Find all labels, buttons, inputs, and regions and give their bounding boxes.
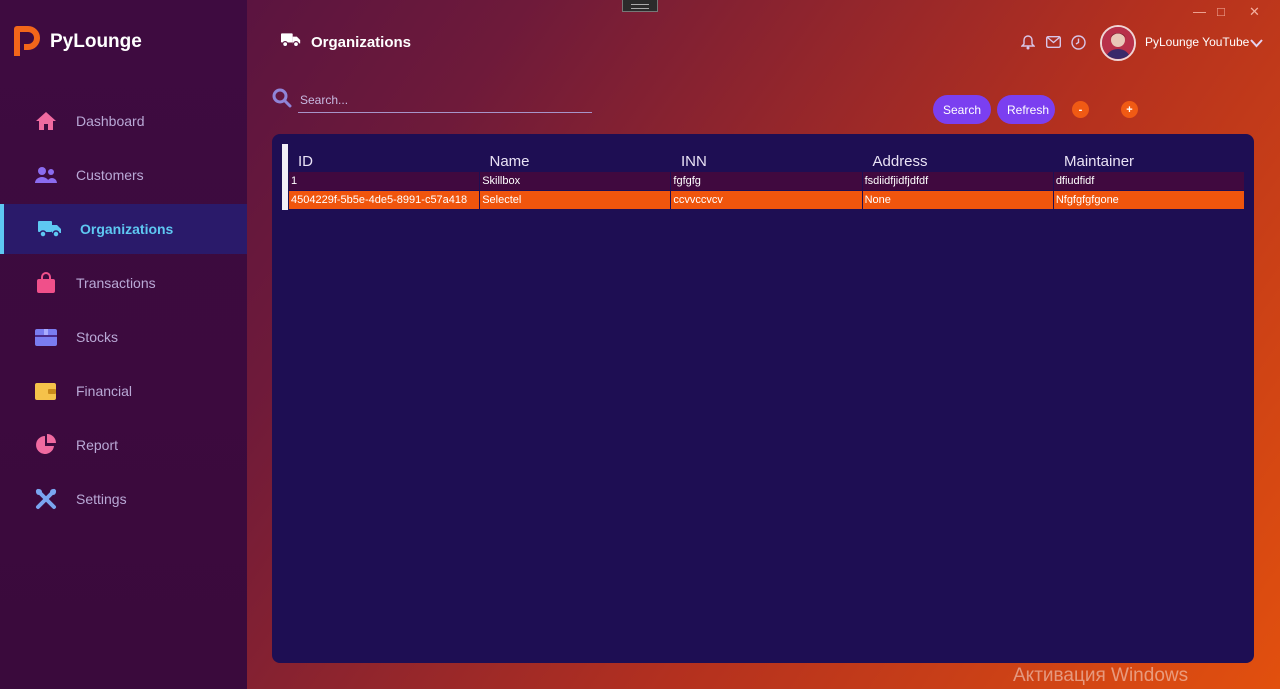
- sidebar-item-label: Customers: [76, 167, 144, 183]
- table-cell[interactable]: fgfgfg: [671, 172, 862, 190]
- sidebar-item-label: Settings: [76, 491, 127, 507]
- table-row-header-strip: [282, 144, 288, 210]
- sidebar-item-report[interactable]: Report: [0, 420, 247, 470]
- table-cell[interactable]: Selectel: [480, 191, 671, 209]
- avatar[interactable]: [1100, 25, 1136, 61]
- table-row-selected[interactable]: 4504229f-5b5e-4de5-8991-c57a418 Selectel…: [289, 191, 1245, 209]
- sidebar: PyLounge Dashboard Customers Organizatio…: [0, 0, 247, 689]
- search-bar: [272, 88, 592, 113]
- mail-icon[interactable]: [1045, 34, 1061, 50]
- close-icon[interactable]: ✕: [1249, 4, 1260, 20]
- sidebar-item-financial[interactable]: Financial: [0, 366, 247, 416]
- sidebar-item-organizations[interactable]: Organizations: [0, 204, 247, 254]
- table-cell[interactable]: dfiudfidf: [1053, 172, 1245, 190]
- home-icon: [34, 109, 58, 133]
- sidebar-item-label: Dashboard: [76, 113, 145, 129]
- truck-icon: [281, 32, 301, 53]
- table-cell[interactable]: Nfgfgfgfgone: [1053, 191, 1245, 209]
- sidebar-item-stocks[interactable]: Stocks: [0, 312, 247, 362]
- box-icon: [34, 325, 58, 349]
- table-cell[interactable]: ccvvccvcv: [671, 191, 862, 209]
- app-logo[interactable]: PyLounge: [14, 26, 142, 58]
- sidebar-item-settings[interactable]: Settings: [0, 474, 247, 524]
- table-cell[interactable]: 1: [289, 172, 480, 190]
- search-button[interactable]: Search: [933, 95, 991, 124]
- page-title-text: Organizations: [311, 34, 412, 51]
- shopping-bag-icon: [34, 271, 58, 295]
- search-icon[interactable]: [272, 88, 292, 113]
- table-cell[interactable]: Skillbox: [480, 172, 671, 190]
- app-name: PyLounge: [50, 31, 142, 52]
- bell-icon[interactable]: [1020, 34, 1036, 50]
- table-body: 1 Skillbox fgfgfg fsdiidfjidfjdfdf dfiud…: [289, 172, 1245, 210]
- add-button[interactable]: +: [1121, 101, 1138, 118]
- sidebar-item-label: Financial: [76, 383, 133, 399]
- pylounge-logo-icon: [14, 26, 40, 56]
- truck-icon: [38, 217, 62, 241]
- sidebar-item-label: Report: [76, 437, 119, 453]
- chevron-down-icon[interactable]: [1250, 35, 1263, 53]
- window-grab-handle[interactable]: [622, 0, 658, 12]
- sidebar-item-customers[interactable]: Customers: [0, 150, 247, 200]
- clock-icon[interactable]: [1070, 34, 1086, 50]
- tools-icon: [34, 487, 58, 511]
- pie-chart-icon: [34, 433, 58, 457]
- table-cell[interactable]: fsdiidfjidfjdfdf: [862, 172, 1053, 190]
- organizations-table: ID Name INN Address Maintainer 1 Skillbo…: [272, 134, 1254, 663]
- sidebar-item-dashboard[interactable]: Dashboard: [0, 96, 247, 146]
- maximize-icon[interactable]: □: [1217, 4, 1225, 19]
- minimize-icon[interactable]: —: [1193, 4, 1206, 19]
- sidebar-item-label: Stocks: [76, 329, 119, 345]
- sidebar-item-label: Transactions: [76, 275, 156, 291]
- remove-button[interactable]: -: [1072, 101, 1089, 118]
- header-icons: [1020, 34, 1095, 50]
- users-icon: [34, 163, 58, 187]
- refresh-button[interactable]: Refresh: [997, 95, 1055, 124]
- wallet-icon: [34, 379, 58, 403]
- table-cell[interactable]: 4504229f-5b5e-4de5-8991-c57a418: [289, 191, 480, 209]
- page-title: Organizations: [281, 32, 411, 53]
- table-cell[interactable]: None: [862, 191, 1053, 209]
- sidebar-nav: Dashboard Customers Organizations Transa…: [0, 96, 247, 528]
- sidebar-item-transactions[interactable]: Transactions: [0, 258, 247, 308]
- windows-activation-watermark: Активация Windows: [1013, 665, 1189, 686]
- user-name[interactable]: PyLounge YouTube: [1145, 35, 1249, 49]
- sidebar-item-label: Organizations: [80, 221, 174, 237]
- search-input[interactable]: [298, 88, 592, 113]
- table-row[interactable]: 1 Skillbox fgfgfg fsdiidfjidfjdfdf dfiud…: [289, 172, 1245, 190]
